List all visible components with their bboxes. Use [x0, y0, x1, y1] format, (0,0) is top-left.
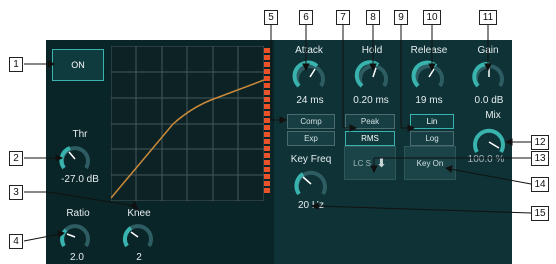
callout-14: 14: [531, 177, 549, 192]
gain-label: Gain: [477, 45, 499, 56]
callout-13: 13: [531, 151, 549, 166]
knee-value: 2: [136, 252, 142, 263]
ratio-value: 2.0: [70, 252, 84, 263]
attack-label: Attack: [295, 45, 323, 56]
attack-knob[interactable]: [291, 58, 329, 92]
callout-12: 12: [531, 135, 549, 150]
knee-knob[interactable]: [119, 218, 157, 252]
lin-button[interactable]: Lin: [410, 114, 454, 129]
callout-15: 15: [531, 206, 549, 221]
thr-value: -27.0 dB: [61, 174, 99, 185]
release-value: 19 ms: [415, 95, 443, 106]
keyfreq-value: 20 Hz: [297, 200, 325, 211]
callout-4: 4: [9, 234, 23, 249]
key-source-selector[interactable]: LC S ⬇: [344, 146, 396, 180]
comp-button[interactable]: Comp: [287, 114, 335, 129]
callout-5: 5: [264, 10, 278, 25]
gain-value: 0.0 dB: [474, 95, 504, 106]
callout-9: 9: [394, 10, 408, 25]
rms-button[interactable]: RMS: [345, 131, 395, 146]
callout-1: 1: [9, 57, 23, 72]
log-button[interactable]: Log: [410, 131, 454, 146]
on-button[interactable]: ON: [52, 49, 104, 81]
callout-11: 11: [479, 10, 497, 25]
attack-value: 24 ms: [296, 95, 324, 106]
mix-knob[interactable]: [469, 122, 509, 158]
release-label: Release: [410, 45, 448, 56]
hold-value: 0.20 ms: [353, 95, 389, 106]
hold-knob[interactable]: [354, 58, 392, 92]
thr-label: Thr: [72, 129, 88, 140]
callout-8: 8: [366, 10, 380, 25]
release-knob[interactable]: [410, 58, 448, 92]
callout-6: 6: [299, 10, 313, 25]
arrow-down-icon: ⬇: [375, 155, 387, 170]
keyfreq-knob[interactable]: [291, 164, 331, 200]
key-source-label: LC S: [353, 158, 371, 168]
exp-button[interactable]: Exp: [287, 131, 335, 146]
hold-label: Hold: [361, 45, 383, 56]
key-on-button[interactable]: Key On: [404, 146, 456, 180]
transfer-curve-graph: [110, 45, 265, 202]
peak-button[interactable]: Peak: [345, 114, 395, 129]
gain-knob[interactable]: [470, 58, 508, 92]
callout-3: 3: [9, 185, 23, 200]
callout-7: 7: [336, 10, 350, 25]
gain-reduction-meter: [264, 46, 271, 201]
mix-label: Mix: [485, 110, 501, 121]
transfer-curve-svg: [110, 45, 265, 202]
mix-value: 100.0 %: [467, 154, 505, 165]
thr-knob[interactable]: [56, 140, 94, 174]
ratio-knob[interactable]: [56, 218, 94, 252]
callout-2: 2: [9, 151, 23, 166]
callout-10: 10: [423, 10, 441, 25]
